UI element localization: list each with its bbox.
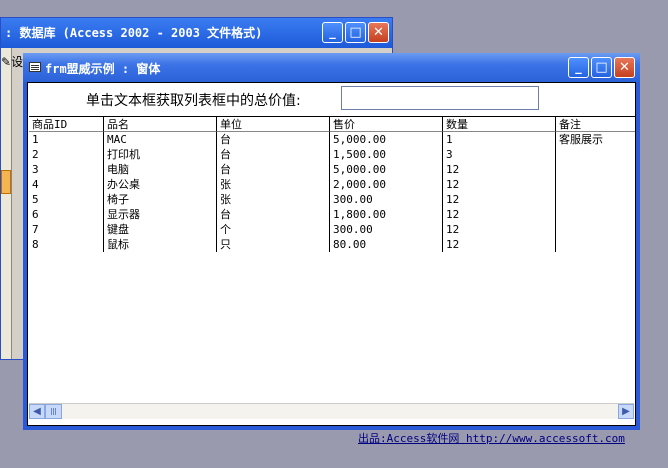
credit-url[interactable]: http://www.accessoft.com bbox=[466, 432, 625, 445]
list-item[interactable]: 2 打印机台 1,500.00 3 bbox=[29, 147, 635, 162]
design-icon[interactable]: ✎设 bbox=[1, 53, 23, 70]
cell-unit: 台 bbox=[217, 132, 330, 147]
form-minimize-button[interactable]: _ bbox=[568, 57, 589, 78]
database-sidebar bbox=[1, 48, 12, 359]
close-icon: ✕ bbox=[619, 60, 630, 75]
col-header-id: 商品ID bbox=[29, 117, 104, 132]
cell-name: 打印机 bbox=[104, 147, 217, 162]
cell-name: 鼠标 bbox=[104, 237, 217, 252]
cell-price: 1,800.00 bbox=[330, 207, 443, 222]
cell-note bbox=[556, 237, 635, 252]
cell-unit: 张 bbox=[217, 192, 330, 207]
list-item[interactable]: 3 电脑台 5,000.00 12 bbox=[29, 162, 635, 177]
cell-price: 2,000.00 bbox=[330, 177, 443, 192]
cell-qty: 12 bbox=[443, 177, 556, 192]
cell-id: 5 bbox=[29, 192, 104, 207]
cell-note bbox=[556, 207, 635, 222]
list-item[interactable]: 8 鼠标只 80.00 12 bbox=[29, 237, 635, 252]
cell-qty: 12 bbox=[443, 237, 556, 252]
cell-price: 1,500.00 bbox=[330, 147, 443, 162]
chevron-left-icon: ◀ bbox=[33, 406, 41, 417]
cell-name: 电脑 bbox=[104, 162, 217, 177]
cell-name: 键盘 bbox=[104, 222, 217, 237]
list-item[interactable]: 5 椅子张 300.00 12 bbox=[29, 192, 635, 207]
cell-id: 7 bbox=[29, 222, 104, 237]
cell-name: 办公桌 bbox=[104, 177, 217, 192]
form-maximize-button[interactable]: □ bbox=[591, 57, 612, 78]
form-icon bbox=[29, 62, 41, 72]
col-header-price: 售价 bbox=[330, 117, 443, 132]
col-header-unit: 单位 bbox=[217, 117, 330, 132]
cell-name: 显示器 bbox=[104, 207, 217, 222]
cell-qty: 12 bbox=[443, 222, 556, 237]
cell-qty: 1 bbox=[443, 132, 556, 147]
col-header-name: 品名 bbox=[104, 117, 217, 132]
credit-link[interactable]: 出品:Access软件网 http://www.accessoft.com bbox=[358, 430, 625, 446]
database-window-title: : 数据库 (Access 2002 - 2003 文件格式) bbox=[5, 26, 263, 40]
cell-qty: 12 bbox=[443, 162, 556, 177]
list-item[interactable]: 6 显示器台 1,800.00 12 bbox=[29, 207, 635, 222]
form-client-area: 单击文本框获取列表框中的总价值: 商品ID 品名 单位 售价 数量 备注 1 MA… bbox=[27, 82, 636, 445]
list-item[interactable]: 1 MAC 台 5,000.00 1 客服展示 bbox=[29, 132, 635, 147]
listbox-hscrollbar[interactable]: ◀ ▶ bbox=[29, 403, 634, 419]
design-label: 设 bbox=[11, 55, 24, 69]
cell-price: 300.00 bbox=[330, 222, 443, 237]
scroll-right-button[interactable]: ▶ bbox=[618, 404, 634, 419]
cell-qty: 12 bbox=[443, 207, 556, 222]
sidebar-selected-item[interactable] bbox=[1, 170, 11, 194]
cell-note bbox=[556, 177, 635, 192]
cell-note bbox=[556, 162, 635, 177]
cell-note bbox=[556, 192, 635, 207]
cell-price: 5,000.00 bbox=[330, 162, 443, 177]
scroll-left-button[interactable]: ◀ bbox=[29, 404, 45, 419]
cell-unit: 张 bbox=[217, 177, 330, 192]
total-value-textbox[interactable] bbox=[341, 86, 539, 110]
listbox-header-row: 商品ID 品名 单位 售价 数量 备注 bbox=[29, 117, 635, 132]
listbox-empty-area bbox=[29, 252, 635, 267]
chevron-right-icon: ▶ bbox=[622, 406, 630, 417]
col-header-note: 备注 bbox=[556, 117, 635, 132]
cell-id: 3 bbox=[29, 162, 104, 177]
db-close-button[interactable]: ✕ bbox=[368, 22, 389, 43]
close-icon: ✕ bbox=[373, 25, 384, 40]
credit-label: 出品:Access软件网 bbox=[358, 432, 460, 445]
cell-unit: 只 bbox=[217, 237, 330, 252]
cell-id: 4 bbox=[29, 177, 104, 192]
products-listbox[interactable]: 商品ID 品名 单位 售价 数量 备注 1 MAC 台 5,000.00 1 客服展示 2 打… bbox=[29, 116, 635, 404]
cell-name: MAC bbox=[104, 132, 217, 147]
form-title: frm盟威示例 : 窗体 bbox=[45, 62, 161, 76]
cell-price: 300.00 bbox=[330, 192, 443, 207]
cell-qty: 12 bbox=[443, 192, 556, 207]
db-minimize-button[interactable]: _ bbox=[322, 22, 343, 43]
maximize-icon: □ bbox=[595, 60, 608, 75]
maximize-icon: □ bbox=[349, 25, 362, 40]
form-close-button[interactable]: ✕ bbox=[614, 57, 635, 78]
cell-note bbox=[556, 147, 635, 162]
cell-unit: 台 bbox=[217, 147, 330, 162]
cell-id: 6 bbox=[29, 207, 104, 222]
cell-id: 8 bbox=[29, 237, 104, 252]
form-titlebar[interactable]: frm盟威示例 : 窗体 _ □ ✕ bbox=[23, 53, 640, 82]
prompt-label: 单击文本框获取列表框中的总价值: bbox=[86, 93, 301, 109]
cell-note: 客服展示 bbox=[559, 133, 603, 146]
cell-qty: 3 bbox=[443, 147, 556, 162]
cell-name: 椅子 bbox=[104, 192, 217, 207]
cell-unit: 台 bbox=[217, 162, 330, 177]
col-header-qty: 数量 bbox=[443, 117, 556, 132]
cell-id: 1 bbox=[29, 132, 104, 147]
cell-note bbox=[556, 222, 635, 237]
cell-id: 2 bbox=[29, 147, 104, 162]
db-maximize-button[interactable]: □ bbox=[345, 22, 366, 43]
form-window[interactable]: frm盟威示例 : 窗体 _ □ ✕ 单击文本框获取列表框中的总价值: 商品ID… bbox=[23, 53, 640, 445]
list-item[interactable]: 4 办公桌张 2,000.00 12 bbox=[29, 177, 635, 192]
minimize-icon: _ bbox=[329, 25, 336, 40]
cell-price: 80.00 bbox=[330, 237, 443, 252]
cell-unit: 台 bbox=[217, 207, 330, 222]
cell-unit: 个 bbox=[217, 222, 330, 237]
list-item[interactable]: 7 键盘个 300.00 12 bbox=[29, 222, 635, 237]
scroll-thumb[interactable] bbox=[45, 404, 62, 419]
cell-price: 5,000.00 bbox=[330, 132, 443, 147]
minimize-icon: _ bbox=[575, 60, 582, 75]
